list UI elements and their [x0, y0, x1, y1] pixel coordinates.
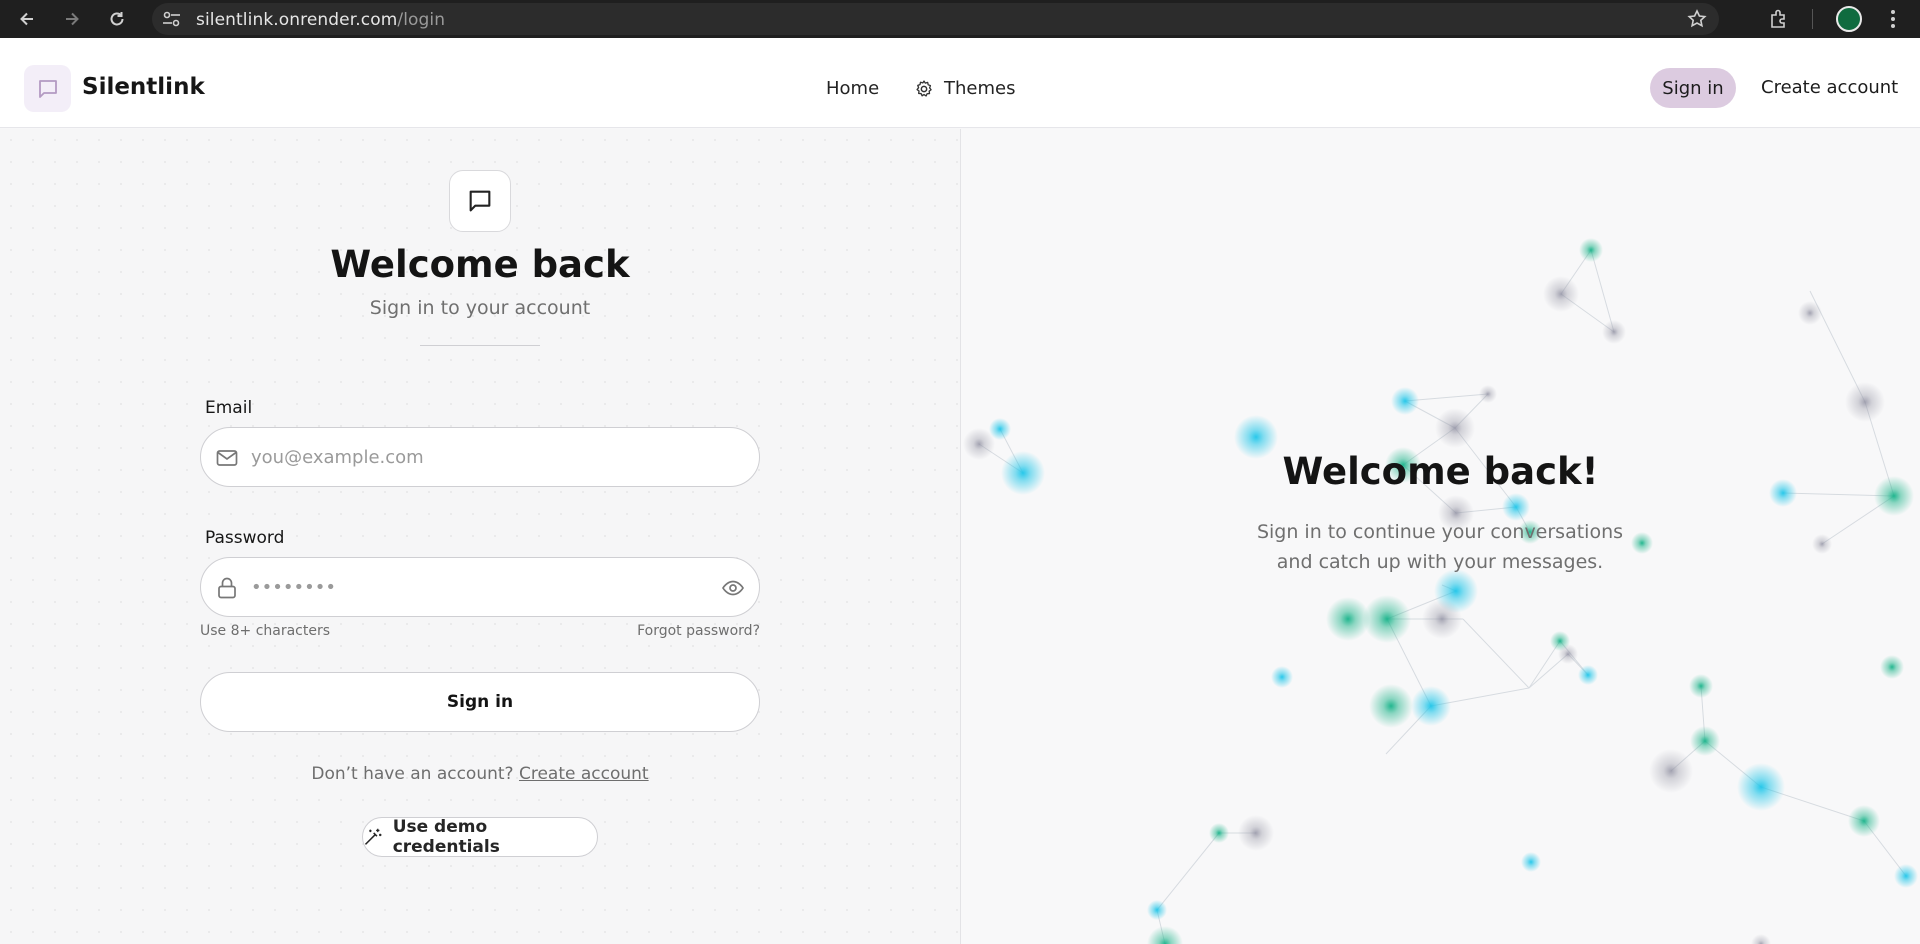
title-divider [420, 345, 540, 346]
magic-wand-icon [364, 828, 382, 845]
demo-credentials-button[interactable]: Use demo credentials [362, 817, 598, 857]
logo[interactable] [24, 65, 71, 112]
forward-icon[interactable] [59, 6, 85, 32]
address-bar[interactable]: silentlink.onrender.com/login [152, 3, 1719, 35]
demo-credentials-label: Use demo credentials [392, 817, 500, 857]
create-account-link[interactable]: Create account [519, 764, 649, 784]
toolbar-separator [1812, 9, 1813, 29]
hero-subtitle: Sign in to continue your conversations a… [1256, 521, 1624, 573]
nav-themes-label: Themes [944, 78, 1016, 99]
bookmark-star-icon[interactable] [1687, 9, 1707, 29]
back-icon[interactable] [14, 6, 40, 32]
hero-title: Welcome back! [1282, 450, 1599, 493]
message-square-icon [469, 190, 491, 212]
login-title: Welcome back [330, 243, 630, 286]
email-label: Email [205, 398, 253, 418]
email-field[interactable] [200, 427, 760, 487]
hero-panel: Welcome back! Sign in to continue your c… [961, 129, 1920, 944]
sign-in-button[interactable]: Sign in [200, 672, 760, 732]
password-hint: Use 8+ characters [200, 623, 331, 639]
password-input[interactable] [251, 558, 711, 616]
message-square-icon [38, 79, 57, 98]
app-header: Silentlink Home Themes Sign in Create ac… [0, 38, 1920, 128]
network-nodes [963, 238, 1918, 944]
browser-menu-icon[interactable] [1880, 6, 1906, 32]
browser-toolbar: silentlink.onrender.com/login [0, 0, 1920, 38]
reload-icon[interactable] [104, 6, 130, 32]
chat-badge [449, 170, 511, 232]
login-subtitle: Sign in to your account [369, 297, 591, 319]
email-input[interactable] [251, 428, 711, 486]
signup-prompt: Don’t have an account? Create account [0, 764, 960, 784]
mail-icon [216, 450, 238, 466]
address-url[interactable]: silentlink.onrender.com/login [196, 10, 445, 30]
password-field[interactable] [200, 557, 760, 617]
brand-name[interactable]: Silentlink [82, 74, 205, 100]
password-label: Password [205, 528, 285, 548]
url-path: /login [397, 10, 446, 30]
extensions-icon[interactable] [1768, 8, 1790, 30]
header-sign-in-button[interactable]: Sign in [1650, 68, 1736, 108]
nav-themes-link[interactable]: Themes [914, 78, 1015, 99]
site-settings-icon[interactable] [162, 10, 182, 28]
no-account-text: Don’t have an account? [311, 764, 514, 784]
forgot-password-link[interactable]: Forgot password? [637, 623, 760, 639]
url-host: silentlink.onrender.com [196, 10, 398, 30]
gear-icon [916, 79, 932, 97]
header-create-account-link[interactable]: Create account [1761, 77, 1898, 98]
nav-home-link[interactable]: Home [826, 78, 879, 99]
lock-icon [218, 577, 236, 599]
eye-icon[interactable] [721, 576, 745, 600]
profile-avatar[interactable] [1836, 6, 1862, 32]
